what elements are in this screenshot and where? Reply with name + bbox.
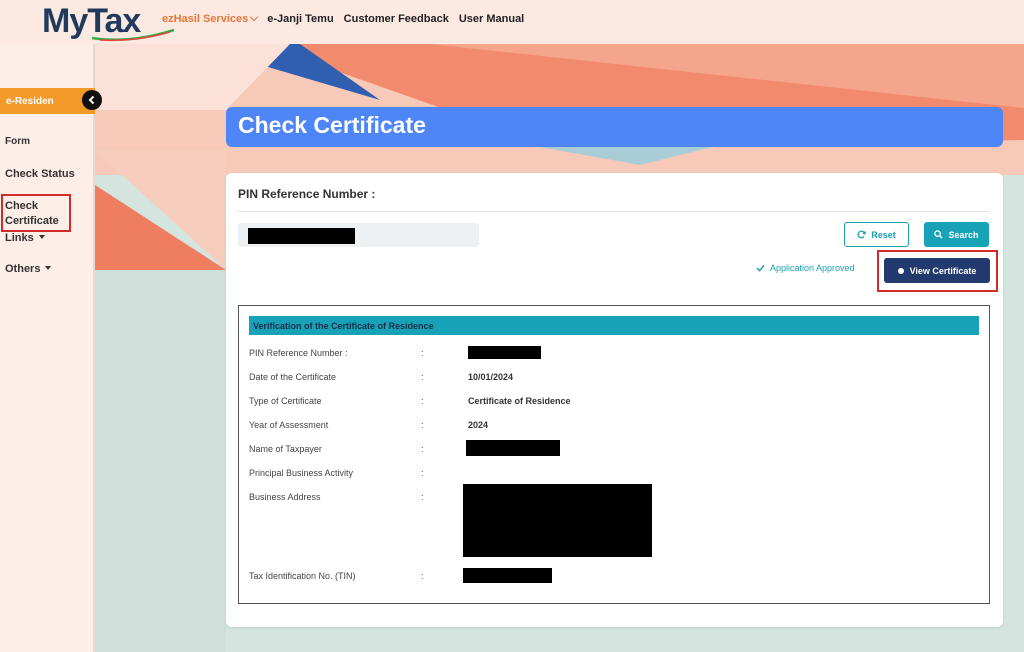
- row-colon: :: [421, 492, 424, 502]
- row-colon: :: [421, 396, 424, 406]
- nav-customer-feedback[interactable]: Customer Feedback: [344, 13, 449, 25]
- row-label-business-address: Business Address: [249, 492, 321, 502]
- sidebar-item-form[interactable]: Form: [5, 136, 30, 147]
- chevron-left-icon: [88, 95, 95, 105]
- row-colon: :: [421, 468, 424, 478]
- redacted-pin-value: [248, 228, 355, 244]
- check-certificate-card: PIN Reference Number : Reset Search Appl…: [226, 173, 1003, 627]
- sidebar-collapse-button[interactable]: [82, 90, 102, 110]
- reset-label: Reset: [871, 229, 896, 240]
- logo-swoosh-icon: [91, 28, 175, 42]
- row-colon: :: [421, 372, 424, 382]
- top-nav: ezHasil Services e-Janji Temu Customer F…: [162, 12, 524, 25]
- search-label: Search: [948, 229, 979, 240]
- row-colon: :: [421, 444, 424, 454]
- highlight-view-certificate: [877, 250, 998, 292]
- nav-ezhasil-services[interactable]: ezHasil Services: [162, 12, 259, 25]
- status-text: Application Approved: [770, 263, 855, 273]
- sidebar-item-links[interactable]: Links: [5, 232, 45, 244]
- sidebar-item-others[interactable]: Others: [5, 263, 52, 275]
- highlight-check-certificate: [1, 194, 71, 232]
- divider: [238, 211, 990, 212]
- search-button[interactable]: Search: [924, 222, 989, 247]
- redacted-tin: [463, 568, 552, 583]
- application-status: Application Approved: [756, 263, 855, 273]
- row-label-business-activity: Principal Business Activity: [249, 468, 354, 478]
- row-label-date: Date of the Certificate: [249, 372, 337, 382]
- page-title-banner: Check Certificate: [226, 107, 1003, 147]
- row-label-year: Year of Assessment: [249, 420, 329, 430]
- caret-down-icon: [45, 266, 52, 270]
- page-title: Check Certificate: [238, 112, 426, 138]
- sidebar-links-label: Links: [5, 232, 34, 244]
- refresh-icon: [857, 230, 866, 239]
- verification-panel: Verification of the Certificate of Resid…: [238, 305, 990, 604]
- redacted-business-address: [463, 484, 652, 557]
- top-header: MyTax ezHasil Services e-Janji Temu Cust…: [0, 0, 1024, 44]
- logo-my-text: My: [42, 2, 88, 40]
- row-value-type: Certificate of Residence: [468, 396, 571, 406]
- pin-reference-label: PIN Reference Number :: [238, 187, 376, 201]
- mytax-logo[interactable]: MyTax: [42, 2, 175, 42]
- redacted-pin: [468, 346, 541, 359]
- chevron-down-icon: [249, 12, 259, 22]
- search-icon: [934, 230, 944, 239]
- nav-e-janji-temu[interactable]: e-Janji Temu: [267, 13, 333, 25]
- row-label-type: Type of Certificate: [249, 396, 322, 406]
- verification-heading: Verification of the Certificate of Resid…: [249, 316, 979, 335]
- checkmark-icon: [756, 264, 765, 272]
- row-value-date: 10/01/2024: [468, 372, 514, 382]
- row-label-taxpayer: Name of Taxpayer: [249, 444, 322, 454]
- redacted-taxpayer-name: [466, 440, 560, 456]
- caret-down-icon: [38, 235, 45, 239]
- nav-user-manual[interactable]: User Manual: [459, 13, 524, 25]
- row-label-tin: Tax Identification No. (TIN): [249, 571, 356, 581]
- row-value-year: 2024: [468, 420, 489, 430]
- nav-ezhasil-label: ezHasil Services: [162, 13, 249, 25]
- sidebar-header: e-Residen: [0, 88, 95, 114]
- row-label-pin: PIN Reference Number :: [249, 348, 348, 358]
- row-colon: :: [421, 348, 424, 358]
- row-colon: :: [421, 420, 424, 430]
- row-colon: :: [421, 571, 424, 581]
- sidebar-item-check-status[interactable]: Check Status: [5, 168, 75, 180]
- sidebar-others-label: Others: [5, 263, 41, 275]
- reset-button[interactable]: Reset: [844, 222, 909, 247]
